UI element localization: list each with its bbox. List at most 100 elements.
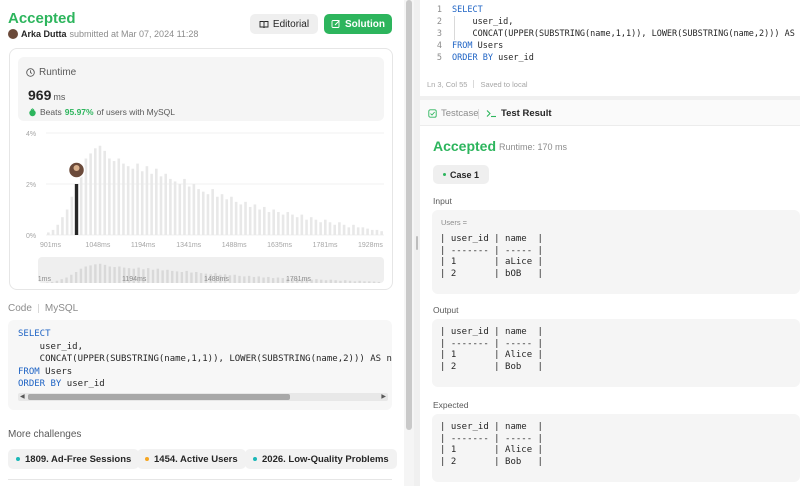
submitted-code[interactable]: SELECT user_id, CONCAT(UPPER(SUBSTRING(n… — [8, 320, 392, 410]
distribution-bar — [272, 209, 275, 235]
mini-bar — [334, 280, 337, 283]
mini-distribution-chart: 901ms 1194ms 1488ms 1781ms — [38, 263, 384, 283]
scroll-left-icon[interactable]: ◀ — [20, 393, 25, 401]
author-name[interactable]: Arka Dutta — [21, 29, 67, 39]
distribution-bar — [295, 217, 299, 235]
tab-testcase[interactable]: Testcase — [428, 108, 479, 119]
code-horizontal-scrollbar[interactable]: ◀ ▶ — [18, 393, 388, 401]
mini-bar — [156, 268, 160, 283]
challenge-chip-1809[interactable]: 1809. Ad-Free Sessions — [8, 449, 140, 469]
submission-panel: Accepted Arka Dutta submitted at Mar 07,… — [0, 0, 404, 486]
result-status: Accepted — [433, 138, 497, 154]
mini-bar — [358, 280, 361, 283]
mini-x-tick-label: 1194ms — [122, 276, 147, 283]
mini-x-tick-label: 901ms — [38, 276, 52, 283]
distribution-bar — [98, 145, 102, 235]
x-tick-label: 1781ms — [313, 242, 338, 249]
runtime-summary[interactable]: Runtime 969 ms Beats 95.97% of users with… — [18, 57, 384, 121]
distribution-bar — [258, 209, 261, 235]
distribution-bar — [192, 184, 196, 235]
avatar[interactable] — [8, 29, 18, 39]
line-number: 4 — [436, 41, 442, 51]
challenge-chip-1454[interactable]: 1454. Active Users — [137, 449, 246, 469]
editor-status-bar: Ln 3, Col 55 Saved to local — [427, 80, 528, 89]
distribution-bar — [150, 173, 153, 235]
line-number: 3 — [436, 29, 442, 39]
status-divider — [473, 80, 475, 88]
runtime-unit: ms — [53, 92, 66, 102]
editorial-button[interactable]: Editorial — [250, 14, 318, 34]
difficulty-dot — [16, 457, 20, 461]
y-tick-label: 2% — [26, 182, 36, 189]
tab-divider — [478, 109, 479, 119]
beats-suffix: of users with MySQL — [96, 107, 176, 117]
difficulty-dot — [253, 457, 257, 461]
resize-grip-icon[interactable] — [416, 236, 418, 250]
mini-bar — [171, 270, 174, 283]
distribution-bar — [220, 194, 224, 235]
left-panel-scrollbar[interactable] — [404, 0, 414, 486]
x-tick-label: 1048ms — [85, 242, 110, 249]
scroll-right-icon[interactable]: ▶ — [381, 393, 386, 401]
mini-bar — [84, 266, 87, 283]
tab-test-result[interactable]: Test Result — [486, 108, 552, 119]
distribution-bar — [206, 194, 210, 235]
sql-keyword: FROM — [452, 41, 473, 51]
user-avatar-face — [73, 165, 80, 171]
distribution-bar — [47, 232, 50, 235]
distribution-bar — [263, 206, 266, 235]
mini-bar — [353, 281, 357, 283]
book-icon — [259, 20, 269, 29]
mini-bar — [247, 275, 251, 283]
mini-bar — [320, 279, 323, 283]
mini-bar — [161, 270, 164, 283]
y-tick-label: 0% — [26, 233, 36, 240]
app-root: Accepted Arka Dutta submitted at Mar 07,… — [0, 0, 800, 486]
distribution-bar — [65, 209, 69, 235]
line-number: 5 — [436, 53, 442, 63]
mini-bar — [271, 278, 275, 283]
panel-bottom-edge — [8, 479, 392, 486]
output-box: | user_id | name | | ------- | ----- | |… — [432, 319, 800, 387]
case-label: Case 1 — [450, 169, 480, 180]
your-runtime-bar — [74, 184, 79, 235]
mini-bar — [243, 276, 246, 283]
distribution-bar — [126, 166, 130, 235]
editorial-label: Editorial — [272, 18, 310, 30]
mini-bar — [267, 276, 270, 283]
distribution-bar — [169, 178, 172, 235]
mini-bar — [348, 280, 352, 283]
submitted-time: submitted at Mar 07, 2024 11:28 — [69, 29, 199, 39]
mini-bar — [103, 264, 107, 283]
distribution-bar — [89, 153, 92, 235]
edit-icon — [331, 19, 341, 29]
runtime-distribution-chart[interactable]: 4% 2% 0% 901ms 1048ms 1194ms 1341ms 1488ms 1635m… — [18, 127, 388, 255]
distribution-bar — [183, 178, 186, 235]
distribution-bar — [122, 163, 125, 235]
distribution-bar — [333, 224, 336, 235]
editor-code-text[interactable]: SELECT user_id, CONCAT(UPPER(SUBSTRING(n… — [452, 4, 800, 64]
chart-range-slider[interactable]: 901ms 1194ms 1488ms 1781ms — [38, 257, 384, 283]
case-1-tab[interactable]: Case 1 — [433, 165, 490, 184]
mini-bar — [252, 276, 256, 283]
mini-bar — [180, 272, 184, 283]
distribution-bar — [375, 229, 379, 235]
left-scroll-thumb[interactable] — [406, 0, 412, 430]
mini-bar — [151, 269, 155, 283]
checkbox-icon — [428, 109, 437, 118]
result-runtime: Runtime: 170 ms — [499, 142, 568, 152]
mini-bar — [276, 277, 280, 283]
beats-icon — [28, 107, 37, 117]
scroll-thumb[interactable] — [28, 394, 290, 400]
challenge-chip-2026[interactable]: 2026. Low-Quality Problems — [245, 449, 397, 469]
solution-button[interactable]: Solution — [324, 14, 392, 34]
mini-bar — [166, 269, 169, 283]
distribution-bar — [173, 181, 177, 235]
mini-bar — [199, 273, 203, 283]
code-header-divider — [37, 304, 39, 313]
distribution-bar — [230, 196, 233, 235]
distribution-bar — [361, 227, 365, 235]
mini-bar — [281, 278, 284, 283]
runtime-number: 969 — [28, 87, 52, 103]
expected-box: | user_id | name | | ------- | ----- | |… — [432, 414, 800, 482]
